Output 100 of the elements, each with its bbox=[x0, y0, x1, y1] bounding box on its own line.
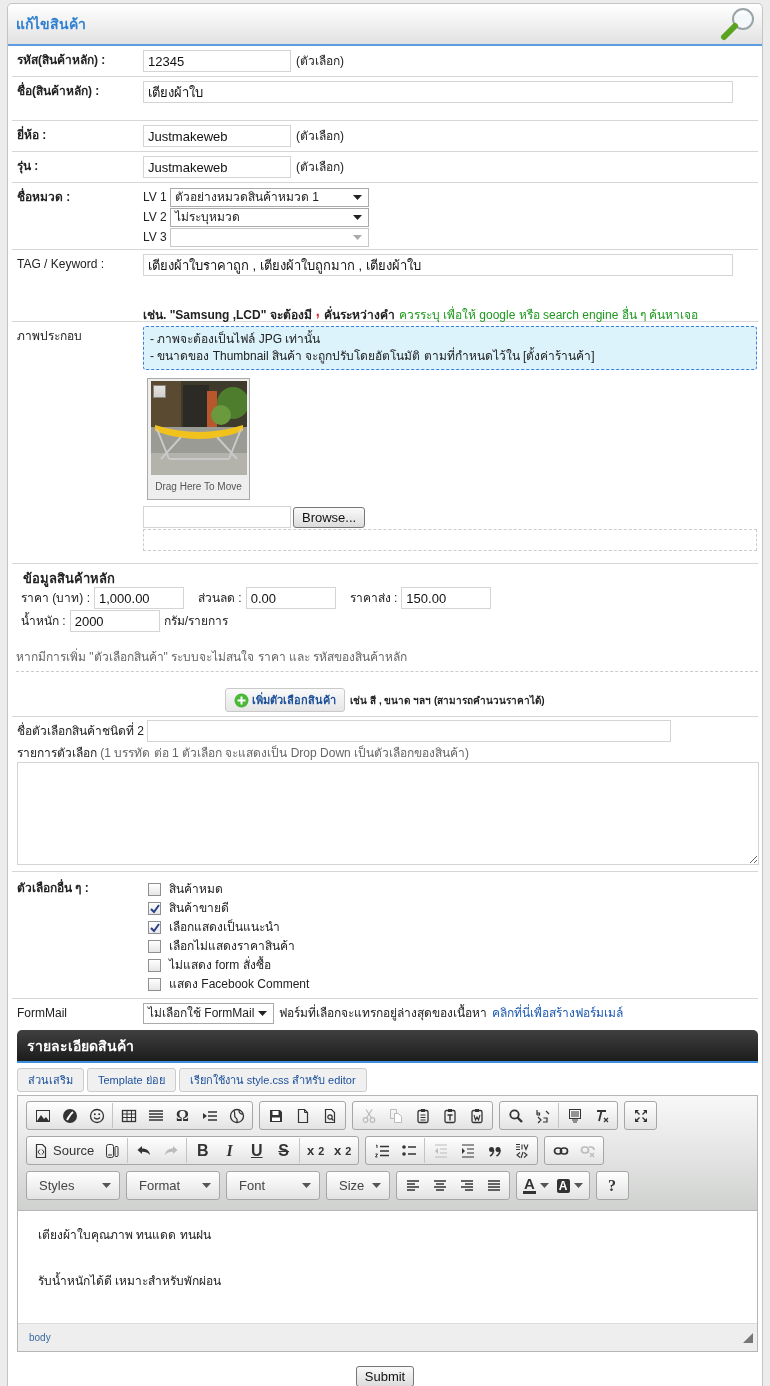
paragraph: เตียงผ้าใบคุณภาพ ทนแดด ทนฝน bbox=[38, 1227, 212, 1244]
tab-button[interactable]: ส่วนเสริม bbox=[17, 1068, 84, 1092]
field-label: รุ่น : bbox=[17, 158, 40, 174]
text-color-button[interactable]: A bbox=[519, 1173, 553, 1198]
replace-icon bbox=[534, 1107, 551, 1124]
field-label: ราคา (บาท) : bbox=[21, 590, 90, 606]
checkbox[interactable] bbox=[148, 902, 161, 915]
dropdown[interactable]: ตัวอย่างหมวดสินค้าหมวด 1 bbox=[169, 187, 369, 207]
scissors-icon bbox=[360, 1107, 377, 1124]
caret-icon bbox=[539, 1183, 549, 1188]
check-icon bbox=[149, 922, 160, 933]
level-label: LV 1 bbox=[143, 189, 167, 205]
field-label: TAG / Keyword : bbox=[17, 256, 106, 272]
align-center-icon bbox=[431, 1177, 448, 1194]
globe-icon bbox=[228, 1107, 245, 1124]
show-blocks-icon bbox=[566, 1107, 583, 1124]
outdent-icon bbox=[432, 1142, 449, 1159]
templates-icon bbox=[103, 1142, 120, 1159]
dropdown[interactable]: ไม่ระบุหมวด bbox=[169, 207, 369, 227]
flash-icon bbox=[61, 1107, 78, 1124]
input-field[interactable]: เตียงผ้าใบราคาถูก , เตียงผ้าใบถูกมาก , เตียงผ้าใบ bbox=[143, 254, 733, 276]
checkbox[interactable] bbox=[148, 978, 161, 991]
dropdown[interactable]: ไม่เลือกใช้ FormMail bbox=[143, 1003, 274, 1024]
toolbar-dropdown[interactable]: Styles bbox=[29, 1173, 117, 1198]
caret-icon bbox=[102, 1183, 111, 1188]
note-text: หากมีการเพิ่ม "ตัวเลือกสินค้า" ระบบจะไม่สนใจ ราคา และ รหัสของสินค้าหลัก bbox=[16, 650, 758, 672]
input-field[interactable]: 1,000.00 bbox=[94, 587, 184, 609]
input-field[interactable]: 12345 bbox=[143, 50, 291, 72]
option-label: สินค้าหมด bbox=[169, 882, 223, 897]
checkbox[interactable] bbox=[148, 883, 161, 896]
smiley-icon bbox=[88, 1107, 105, 1124]
input-field[interactable]: 0.00 bbox=[245, 587, 336, 609]
indent-icon bbox=[459, 1142, 476, 1159]
thumbnail-caption: Drag Here To Move bbox=[155, 480, 242, 494]
toolbar-dropdown[interactable]: Size bbox=[329, 1173, 387, 1198]
info-text: - ภาพจะต้องเป็นไฟล์ JPG เท่านั้น bbox=[150, 331, 322, 348]
bullet-list-icon bbox=[400, 1142, 417, 1159]
div-icon bbox=[513, 1142, 530, 1159]
horizontal-line-icon bbox=[147, 1107, 164, 1124]
field-label: ชื่อหมวด : bbox=[17, 187, 72, 205]
checkbox[interactable] bbox=[148, 921, 161, 934]
hint-text: , bbox=[315, 304, 320, 319]
image-icon bbox=[34, 1107, 51, 1124]
caret-icon bbox=[352, 214, 362, 220]
tab-button[interactable]: เรียกใช้งาน style.css สำหรับ editor bbox=[178, 1068, 367, 1092]
field-label: ราคาส่ง : bbox=[349, 590, 398, 606]
format-button[interactable]: B bbox=[189, 1138, 217, 1163]
paragraph: รับน้ำหนักได้ดี เหมาะสำหรับพักผ่อน bbox=[38, 1271, 223, 1290]
optional-note: (ตัวเลือก) bbox=[296, 159, 344, 175]
element-path: body bbox=[29, 1332, 51, 1343]
caret-icon bbox=[573, 1183, 583, 1188]
clipboard-text-icon bbox=[441, 1107, 458, 1124]
format-button[interactable]: ? bbox=[598, 1173, 626, 1198]
search-icon bbox=[507, 1107, 524, 1124]
input-field[interactable] bbox=[147, 720, 671, 742]
maximize-icon bbox=[632, 1107, 649, 1124]
format-button[interactable]: U bbox=[243, 1138, 271, 1163]
caret-icon bbox=[372, 1183, 381, 1188]
input-field[interactable]: เตียงผ้าใบ bbox=[143, 81, 733, 103]
browse-button[interactable]: Browse... bbox=[293, 506, 366, 528]
source-button[interactable]: Source bbox=[29, 1138, 99, 1163]
hint-text: เช่น. "Samsung ,LCD" จะต้องมี bbox=[143, 308, 312, 323]
input-field[interactable]: Justmakeweb bbox=[143, 125, 291, 147]
section-title: ข้อมูลสินค้าหลัก bbox=[23, 571, 116, 586]
format-button[interactable]: Ω bbox=[169, 1103, 196, 1128]
clipboard-document-icon bbox=[468, 1107, 485, 1124]
background-color-button[interactable]: A bbox=[552, 1173, 587, 1198]
numbered-list-icon bbox=[373, 1142, 390, 1159]
add-option-button[interactable]: เพิ่มตัวเลือกสินค้า bbox=[225, 688, 346, 712]
hint-text: ควรระบุ เพื่อให้ google หรือ search engine อื่น ๆ ค้นหาเจอ bbox=[398, 308, 699, 323]
level-label: LV 3 bbox=[143, 229, 167, 245]
create-form-link[interactable]: คลิกที่นี่เพื่อสร้างฟอร์มเมล์ bbox=[492, 1006, 623, 1021]
unit-label: กรัม/รายการ bbox=[163, 613, 228, 629]
input-field[interactable]: 150.00 bbox=[401, 587, 492, 609]
checkbox[interactable] bbox=[148, 959, 161, 972]
field-label: รายการตัวเลือก bbox=[17, 746, 97, 760]
caret-icon bbox=[202, 1183, 211, 1188]
level-label: LV 2 bbox=[143, 209, 167, 225]
format-button[interactable]: S bbox=[270, 1138, 298, 1163]
tab-button[interactable]: Template ย่อย bbox=[87, 1068, 176, 1092]
input-field[interactable]: Justmakeweb bbox=[143, 156, 291, 178]
optional-note: (ตัวเลือก) bbox=[296, 128, 344, 144]
align-left-icon bbox=[404, 1177, 421, 1194]
toolbar-dropdown[interactable]: Format bbox=[129, 1173, 217, 1198]
checkbox[interactable] bbox=[148, 940, 161, 953]
optional-note: (ตัวเลือก) bbox=[296, 53, 344, 69]
check-icon bbox=[149, 903, 160, 914]
format-button[interactable]: I bbox=[216, 1138, 244, 1163]
field-label: ส่วนลด : bbox=[198, 590, 242, 606]
submit-button[interactable]: Submit bbox=[355, 1366, 415, 1386]
input-field[interactable]: 2000 bbox=[69, 610, 160, 632]
option-label: เลือกแสดงเป็นแนะนำ bbox=[169, 920, 280, 935]
field-label: FormMail bbox=[17, 1005, 68, 1021]
checkbox[interactable] bbox=[153, 385, 166, 398]
info-text: - ขนาดของ Thumbnail สินค้า จะถูกปรับโดยอัตโนมัติ ตามที่กำหนดไว้ใน [ตั้งค่าร้านค้า] bbox=[150, 348, 596, 365]
toolbar-dropdown[interactable]: Font bbox=[229, 1173, 317, 1198]
page-title: แก้ไขสินค้า bbox=[16, 16, 86, 32]
hint-text: คั่นระหว่างคำ bbox=[323, 308, 395, 323]
file-field[interactable] bbox=[143, 506, 291, 528]
field-label: ชื่อ(สินค้าหลัก) : bbox=[17, 81, 101, 99]
